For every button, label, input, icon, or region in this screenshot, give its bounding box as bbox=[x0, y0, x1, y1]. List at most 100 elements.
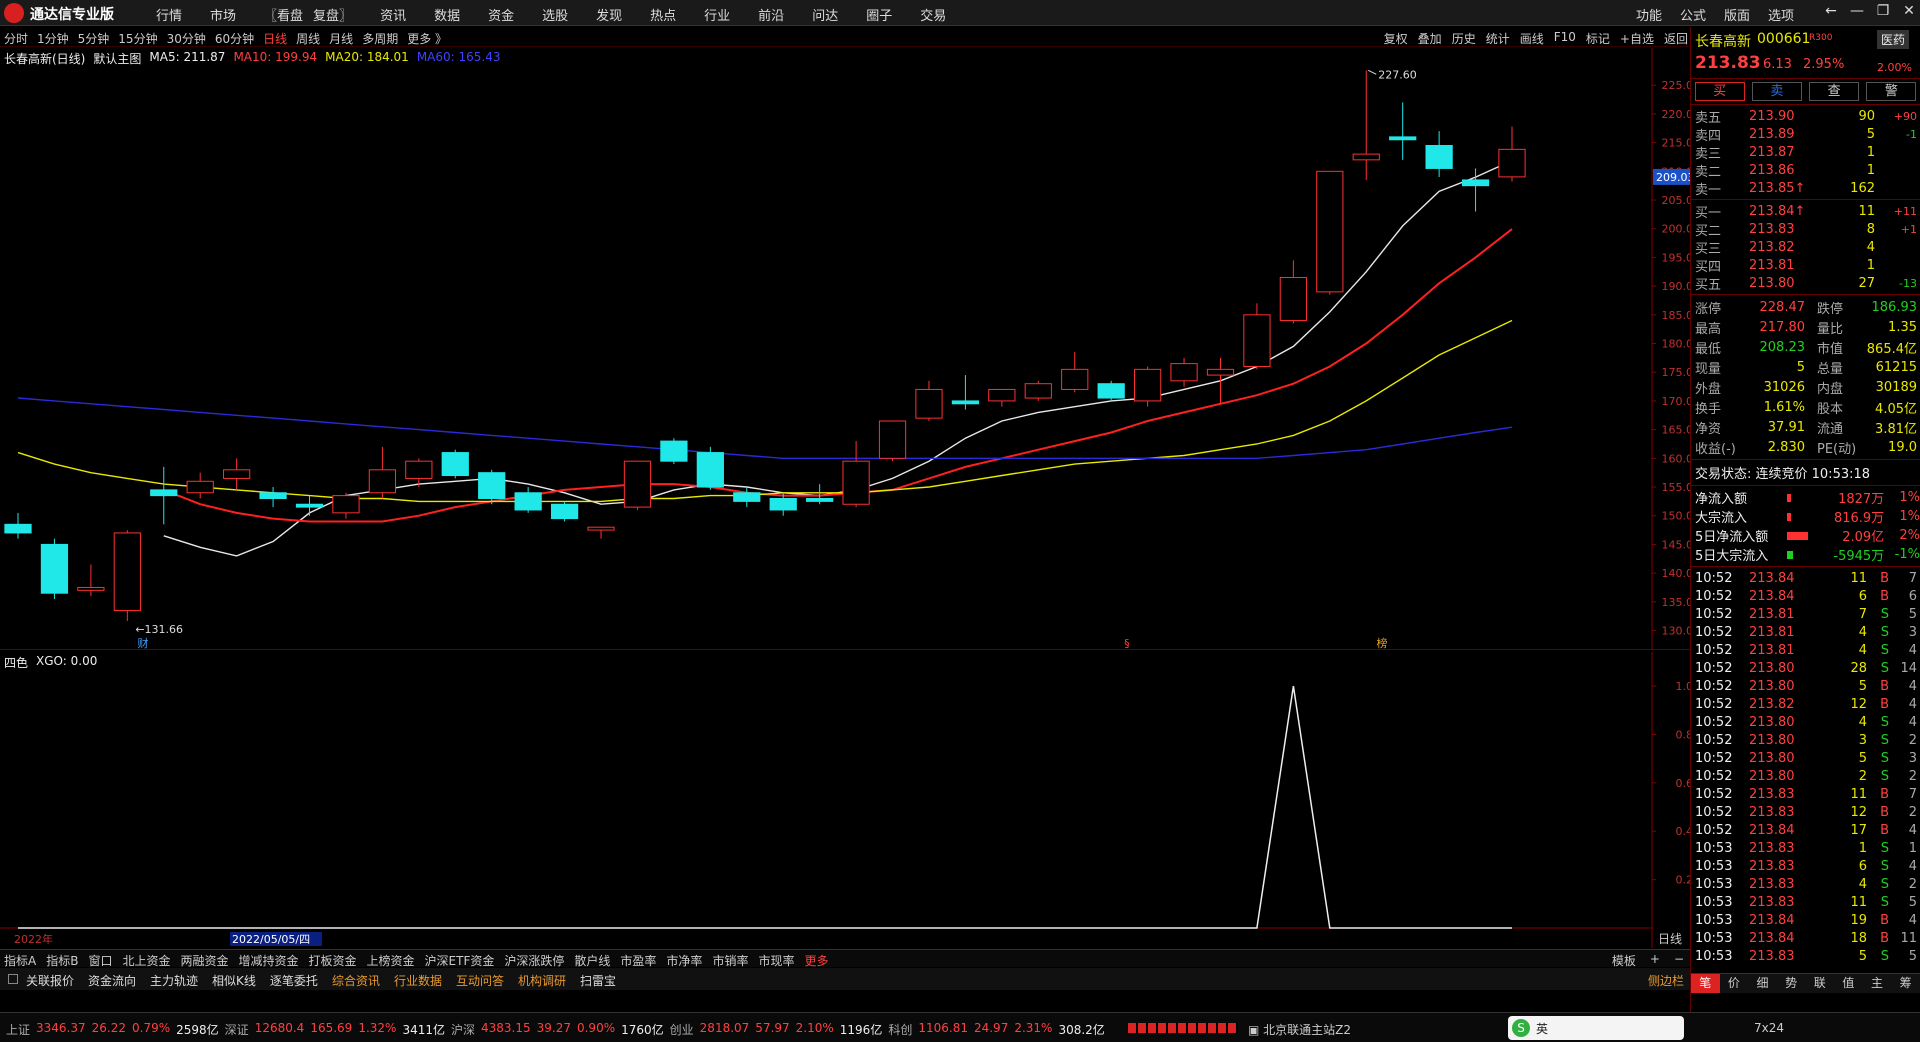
menu-item-hot[interactable]: 热点 bbox=[650, 5, 676, 24]
index-value-10[interactable]: 沪深 bbox=[451, 1021, 475, 1038]
period-tab-4[interactable]: 30分钟 bbox=[167, 30, 206, 47]
candle[interactable] bbox=[1170, 357, 1198, 387]
indicator-tab-1[interactable]: 指标B bbox=[46, 952, 78, 969]
indicator-tab-5[interactable]: 增减持资金 bbox=[239, 952, 299, 969]
info-tab-6[interactable]: 行业数据 bbox=[394, 972, 442, 989]
indicator-tab-11[interactable]: 市盈率 bbox=[620, 952, 656, 969]
candle[interactable] bbox=[40, 538, 69, 599]
menu-item-industry[interactable]: 行业 bbox=[704, 5, 730, 24]
sidebar-button[interactable]: 侧边栏 bbox=[1648, 972, 1684, 989]
indicator-tab-15[interactable]: 更多 bbox=[804, 952, 828, 969]
menu-item-trade[interactable]: 交易 bbox=[920, 5, 946, 24]
candle[interactable] bbox=[332, 492, 360, 519]
query-button[interactable]: 查 bbox=[1809, 82, 1860, 101]
menu-item-news[interactable]: 资讯 bbox=[380, 5, 406, 24]
indicator-tab-4[interactable]: 两融资金 bbox=[180, 952, 228, 969]
quote-tab-0[interactable]: 笔 bbox=[1691, 974, 1720, 993]
tool-button-8[interactable]: 返回 bbox=[1664, 30, 1688, 47]
menu-item-market[interactable]: 市场 bbox=[210, 5, 236, 24]
candle[interactable] bbox=[951, 375, 980, 410]
event-marker[interactable]: 财 bbox=[138, 636, 149, 650]
menu-item-ask[interactable]: 问达 bbox=[812, 5, 838, 24]
ime-toolbar[interactable]: S 英 bbox=[1508, 1016, 1684, 1040]
menu-item-options[interactable]: 选项 bbox=[1768, 5, 1794, 24]
candle[interactable] bbox=[259, 487, 287, 508]
menu-item-layout[interactable]: 版面 bbox=[1724, 5, 1750, 24]
event-marker[interactable]: 榜 bbox=[1376, 636, 1387, 650]
ime-mode[interactable]: 英 bbox=[1536, 1020, 1548, 1037]
candle[interactable] bbox=[587, 526, 615, 539]
quote-tab-5[interactable]: 值 bbox=[1834, 974, 1863, 993]
menu-item-circle[interactable]: 圈子 bbox=[866, 5, 892, 24]
candle[interactable] bbox=[441, 449, 469, 479]
indicator-chart[interactable]: 0.20 0.40 0.60 0.80 1.00 2022/05/05/四 2022年 日线 bbox=[0, 652, 1700, 948]
candle[interactable] bbox=[550, 501, 579, 522]
candle[interactable] bbox=[660, 438, 688, 465]
menu-item-select[interactable]: 选股 bbox=[542, 5, 568, 24]
candle[interactable] bbox=[842, 441, 870, 508]
period-tab-1[interactable]: 1分钟 bbox=[37, 30, 69, 47]
candle[interactable] bbox=[1133, 366, 1162, 407]
menu-item-fund[interactable]: 资金 bbox=[488, 5, 514, 24]
period-tab-8[interactable]: 月线 bbox=[329, 30, 353, 47]
indicator-tab-14[interactable]: 市现率 bbox=[758, 952, 794, 969]
candle[interactable] bbox=[733, 487, 761, 508]
quote-tab-7[interactable]: 筹 bbox=[1891, 974, 1920, 993]
candle[interactable] bbox=[186, 472, 214, 499]
candle[interactable] bbox=[77, 564, 105, 597]
candle[interactable] bbox=[915, 380, 943, 422]
quote-tab-6[interactable]: 主 bbox=[1863, 974, 1892, 993]
menu-item-discover[interactable]: 发现 bbox=[596, 5, 622, 24]
quote-tab-3[interactable]: 势 bbox=[1777, 974, 1806, 993]
candle[interactable] bbox=[1316, 170, 1344, 295]
candle[interactable] bbox=[1389, 102, 1417, 160]
candle[interactable] bbox=[150, 466, 178, 525]
indicator-tab-8[interactable]: 沪深ETF资金 bbox=[425, 952, 495, 969]
candle[interactable] bbox=[1352, 70, 1380, 180]
period-tab-3[interactable]: 15分钟 bbox=[118, 30, 157, 47]
period-tab-0[interactable]: 分时 bbox=[4, 30, 28, 47]
alert-button[interactable]: 警 bbox=[1866, 82, 1917, 101]
candle[interactable] bbox=[295, 495, 324, 516]
server-status[interactable]: ▣ 北京联通主站Z2 bbox=[1248, 1021, 1351, 1038]
sector-badge[interactable]: 医药 bbox=[1877, 30, 1910, 49]
minimize-icon[interactable]: — bbox=[1844, 3, 1870, 19]
quote-tab-1[interactable]: 价 bbox=[1720, 974, 1749, 993]
info-tab-2[interactable]: 主力轨迹 bbox=[150, 972, 198, 989]
tool-button-3[interactable]: 统计 bbox=[1486, 30, 1510, 47]
menu-item-hq[interactable]: 行情 bbox=[156, 5, 182, 24]
candle[interactable] bbox=[1279, 260, 1307, 324]
candle[interactable] bbox=[514, 487, 542, 513]
candle[interactable] bbox=[1061, 352, 1089, 393]
quote-tab-4[interactable]: 联 bbox=[1806, 974, 1835, 993]
tick-list[interactable]: 10:52 213.84 11 B 7 10:52 213.84 6 B 6 10:52 213.81… bbox=[1691, 567, 1920, 967]
index-value-0[interactable]: 上证 bbox=[6, 1021, 30, 1038]
info-tab-7[interactable]: 互动问答 bbox=[456, 972, 504, 989]
tool-button-0[interactable]: 复权 bbox=[1384, 30, 1408, 47]
candle[interactable] bbox=[1425, 131, 1453, 178]
tool-button-5[interactable]: F10 bbox=[1554, 30, 1576, 47]
index-value-15[interactable]: 创业 bbox=[670, 1021, 694, 1038]
menu-item-function[interactable]: 功能 bbox=[1636, 5, 1662, 24]
close-icon[interactable]: ✕ bbox=[1896, 3, 1920, 19]
info-tab-1[interactable]: 资金流向 bbox=[88, 972, 136, 989]
remove-window-button[interactable]: − bbox=[1674, 952, 1684, 969]
candle[interactable] bbox=[4, 512, 32, 539]
restore-icon[interactable]: ❐ bbox=[1870, 3, 1896, 19]
info-tab-5[interactable]: 综合资讯 bbox=[332, 972, 380, 989]
candle[interactable] bbox=[368, 446, 397, 499]
period-tab-9[interactable]: 多周期 bbox=[362, 30, 398, 47]
index-value-5[interactable]: 深证 bbox=[225, 1021, 249, 1038]
candle[interactable] bbox=[1461, 168, 1490, 212]
info-tab-4[interactable]: 逐笔委托 bbox=[270, 972, 318, 989]
candle[interactable] bbox=[1097, 380, 1125, 401]
period-tab-2[interactable]: 5分钟 bbox=[78, 30, 110, 47]
info-tab-8[interactable]: 机构调研 bbox=[518, 972, 566, 989]
candle[interactable] bbox=[623, 460, 652, 510]
template-button[interactable]: 模板 bbox=[1612, 952, 1636, 969]
candle[interactable] bbox=[113, 530, 141, 621]
menu-item-data[interactable]: 数据 bbox=[434, 5, 460, 24]
period-tab-7[interactable]: 周线 bbox=[296, 30, 320, 47]
candle[interactable] bbox=[1243, 303, 1271, 370]
indicator-tab-6[interactable]: 打板资金 bbox=[309, 952, 357, 969]
